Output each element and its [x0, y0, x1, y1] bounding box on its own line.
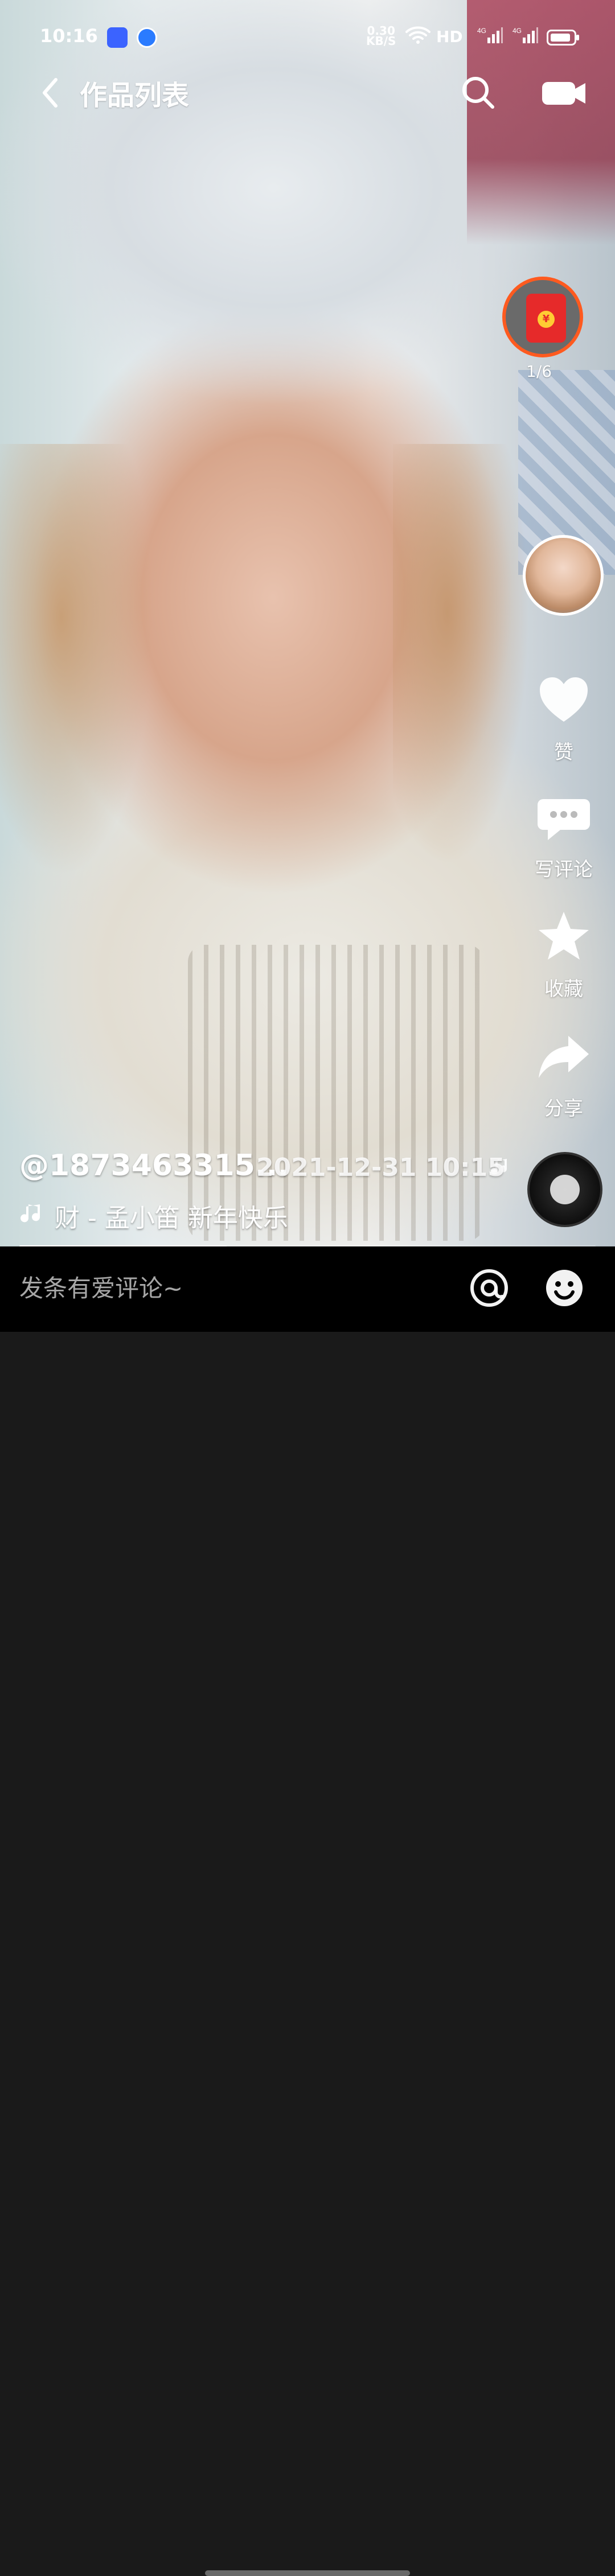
favorite-label: 收藏 [544, 978, 583, 1001]
sim1-label: 4G [477, 27, 486, 35]
like-button[interactable]: 赞 [530, 672, 598, 764]
music-note-icon [20, 1204, 40, 1223]
sim2-label: 4G [512, 27, 522, 35]
battery-level [551, 34, 570, 42]
heart-icon [540, 677, 588, 722]
creator-username[interactable]: @1873463315... [19, 1149, 289, 1183]
app-notification-icon [107, 27, 128, 48]
battery-icon [547, 30, 579, 46]
signal-strength-icon: 4G [477, 27, 503, 43]
like-label: 赞 [554, 741, 573, 764]
hair-right [393, 444, 530, 865]
status-bar: 10:16 0.30 KB/S HD 4G 4G [0, 0, 615, 74]
hd-indicator: HD [436, 27, 463, 46]
star-icon [539, 912, 589, 960]
hair-left [0, 444, 154, 877]
comment-button[interactable]: 写评论 [530, 789, 598, 882]
wifi-icon [405, 26, 430, 44]
red-packet-button[interactable]: ¥ [502, 277, 583, 357]
comment-bar: 发条有爱评论~ [0, 1246, 615, 2576]
red-packet-count: 1/6 [526, 362, 552, 381]
back-chevron-icon[interactable] [34, 73, 68, 113]
top-navigation: 作品列表 [0, 68, 615, 120]
music-disc-button[interactable] [527, 1152, 602, 1227]
creator-avatar[interactable] [523, 535, 604, 616]
yuan-seal-icon: ¥ [538, 311, 555, 328]
share-arrow-icon [539, 1036, 589, 1078]
network-speed: 0.30 KB/S [366, 25, 396, 48]
app-notification-icon [137, 27, 157, 48]
search-icon[interactable] [458, 73, 498, 113]
red-envelope-icon: ¥ [526, 294, 566, 343]
favorite-button[interactable]: 收藏 [530, 908, 598, 1001]
comment-bubble-icon [538, 799, 590, 840]
post-date: 2021-12-31 10:15 [256, 1153, 505, 1182]
music-track-title: 财 - 孟小笛 新年快乐 [55, 1204, 288, 1233]
comment-label: 写评论 [535, 858, 593, 881]
camera-icon[interactable] [541, 76, 587, 110]
at-sign-icon[interactable] [467, 1266, 511, 1310]
music-disc-cover [550, 1175, 580, 1204]
smiley-icon[interactable] [542, 1266, 587, 1310]
status-time: 10:16 [40, 25, 98, 47]
signal-strength-icon: 4G [512, 27, 538, 43]
comment-input[interactable]: 发条有爱评论~ [19, 1269, 452, 1309]
home-indicator[interactable] [205, 2570, 410, 2576]
share-button[interactable]: 分享 [530, 1028, 598, 1121]
music-track[interactable]: 财 - 孟小笛 新年快乐 [19, 1195, 327, 1235]
network-speed-unit: KB/S [366, 34, 396, 48]
page-title: 作品列表 [80, 80, 190, 112]
share-label: 分享 [544, 1097, 583, 1120]
